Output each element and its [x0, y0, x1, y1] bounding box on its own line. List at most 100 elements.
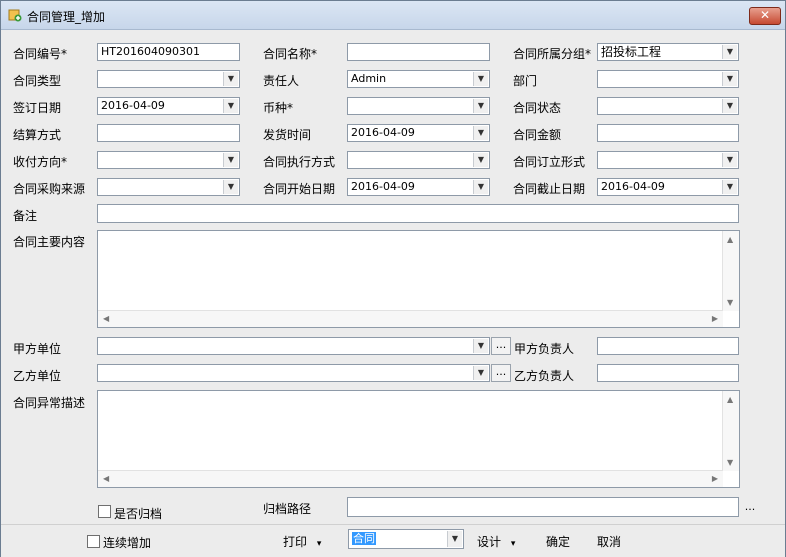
label-currency: 币种*	[263, 101, 294, 115]
label-contract-status: 合同状态	[513, 101, 562, 115]
label-contract-no: 合同编号*	[13, 47, 68, 61]
chevron-down-icon[interactable]: ▼	[223, 99, 238, 113]
label-contract-group: 合同所属分组*	[513, 47, 592, 61]
horizontal-scrollbar[interactable]: ◀ ▶	[98, 470, 723, 487]
scroll-right-icon[interactable]: ▶	[712, 314, 718, 323]
label-archived: 是否归档	[114, 507, 163, 521]
chevron-down-icon[interactable]: ▼	[223, 153, 238, 167]
chevron-down-icon: ▾	[510, 539, 516, 549]
scroll-up-icon[interactable]: ▲	[727, 235, 733, 244]
pay-direction-select[interactable]: ▼	[97, 151, 240, 169]
main-content-textarea[interactable]: ▲ ▼ ◀ ▶	[97, 230, 740, 328]
contract-name-input[interactable]	[347, 43, 490, 61]
continuous-add-label: 连续增加	[103, 536, 152, 550]
responsible-select[interactable]: Admin ▼	[347, 70, 490, 88]
label-party-a-contact: 甲方负责人	[514, 342, 575, 356]
close-button[interactable]: ✕	[749, 7, 781, 25]
start-date-picker[interactable]: 2016-04-09 ▼	[347, 178, 490, 196]
archived-checkbox[interactable]	[98, 505, 111, 518]
contract-no-input[interactable]: HT201604090301	[97, 43, 240, 61]
party-a-browse-button[interactable]: ...	[491, 337, 511, 355]
design-button[interactable]: 设计 ▾	[477, 533, 515, 550]
label-end-date: 合同截止日期	[513, 182, 586, 196]
contract-status-select[interactable]: ▼	[597, 97, 739, 115]
chevron-down-icon[interactable]: ▼	[473, 72, 488, 86]
app-icon	[8, 9, 22, 22]
anomaly-textarea[interactable]: ▲ ▼ ◀ ▶	[97, 390, 740, 488]
chevron-down-icon[interactable]: ▼	[473, 339, 488, 353]
scroll-left-icon[interactable]: ◀	[103, 474, 109, 483]
chevron-down-icon[interactable]: ▼	[223, 72, 238, 86]
label-settlement: 结算方式	[13, 128, 62, 142]
chevron-down-icon[interactable]: ▼	[223, 180, 238, 194]
remark-input[interactable]	[97, 204, 739, 223]
label-contract-name: 合同名称*	[263, 47, 318, 61]
label-anomaly: 合同异常描述	[13, 396, 86, 410]
label-start-date: 合同开始日期	[263, 182, 336, 196]
chevron-down-icon[interactable]: ▼	[722, 153, 737, 167]
ok-button[interactable]: 确定	[546, 533, 570, 550]
chevron-down-icon[interactable]: ▼	[722, 99, 737, 113]
chevron-down-icon[interactable]: ▼	[447, 531, 462, 547]
contract-group-select[interactable]: 招投标工程 ▼	[597, 43, 739, 61]
label-remark: 备注	[13, 209, 38, 223]
party-a-select[interactable]: ▼	[97, 337, 490, 355]
contract-type-select[interactable]: ▼	[97, 70, 240, 88]
label-contract-type: 合同类型	[13, 74, 62, 88]
label-main-content: 合同主要内容	[13, 235, 86, 249]
continuous-add-checkbox[interactable]	[87, 535, 100, 548]
party-b-select[interactable]: ▼	[97, 364, 490, 382]
chevron-down-icon[interactable]: ▼	[473, 153, 488, 167]
title-bar: 合同管理_增加 ✕	[1, 1, 785, 30]
label-department: 部门	[513, 74, 538, 88]
scroll-down-icon[interactable]: ▼	[727, 298, 733, 307]
chevron-down-icon[interactable]: ▼	[473, 180, 488, 194]
scroll-left-icon[interactable]: ◀	[103, 314, 109, 323]
chevron-down-icon[interactable]: ▼	[722, 72, 737, 86]
currency-select[interactable]: ▼	[347, 97, 490, 115]
label-ship-time: 发货时间	[263, 128, 312, 142]
chevron-down-icon[interactable]: ▼	[722, 180, 737, 194]
print-button[interactable]: 打印 ▾	[283, 533, 321, 550]
chevron-down-icon[interactable]: ▼	[473, 366, 488, 380]
bottom-toolbar: 连续增加 打印 ▾ 合同 ▼ 设计 ▾ 确定 取消	[1, 524, 785, 557]
amount-input[interactable]	[597, 124, 739, 142]
party-a-contact-input[interactable]	[597, 337, 739, 355]
label-archive-path: 归档路径	[263, 502, 312, 516]
archive-path-input[interactable]	[347, 497, 739, 517]
vertical-scrollbar[interactable]: ▲ ▼	[722, 391, 739, 471]
purchase-source-select[interactable]: ▼	[97, 178, 240, 196]
party-b-contact-input[interactable]	[597, 364, 739, 382]
template-select[interactable]: 合同 ▼	[348, 529, 464, 549]
vertical-scrollbar[interactable]: ▲ ▼	[722, 231, 739, 311]
chevron-down-icon[interactable]: ▼	[473, 99, 488, 113]
sign-date-picker[interactable]: 2016-04-09 ▼	[97, 97, 240, 115]
ship-time-value: 2016-04-09	[351, 126, 415, 139]
template-value: 合同	[352, 532, 376, 545]
ship-time-picker[interactable]: 2016-04-09 ▼	[347, 124, 490, 142]
order-form-select[interactable]: ▼	[597, 151, 739, 169]
scroll-up-icon[interactable]: ▲	[727, 395, 733, 404]
sign-date-value: 2016-04-09	[101, 99, 165, 112]
cancel-button[interactable]: 取消	[597, 533, 621, 550]
label-responsible: 责任人	[263, 74, 300, 88]
label-amount: 合同金额	[513, 128, 562, 142]
end-date-picker[interactable]: 2016-04-09 ▼	[597, 178, 739, 196]
design-label: 设计	[477, 535, 502, 549]
chevron-down-icon[interactable]: ▼	[722, 45, 737, 59]
party-b-browse-button[interactable]: ...	[491, 364, 511, 382]
label-purchase-source: 合同采购来源	[13, 182, 86, 196]
department-select[interactable]: ▼	[597, 70, 739, 88]
settlement-input[interactable]	[97, 124, 240, 142]
label-sign-date: 签订日期	[13, 101, 62, 115]
scroll-right-icon[interactable]: ▶	[712, 474, 718, 483]
scroll-down-icon[interactable]: ▼	[727, 458, 733, 467]
exec-method-select[interactable]: ▼	[347, 151, 490, 169]
start-date-value: 2016-04-09	[351, 180, 415, 193]
label-pay-direction: 收付方向*	[13, 155, 68, 169]
archive-path-browse-button[interactable]: ...	[741, 497, 759, 517]
responsible-value: Admin	[351, 72, 387, 85]
chevron-down-icon[interactable]: ▼	[473, 126, 488, 140]
horizontal-scrollbar[interactable]: ◀ ▶	[98, 310, 723, 327]
label-party-a: 甲方单位	[13, 342, 62, 356]
